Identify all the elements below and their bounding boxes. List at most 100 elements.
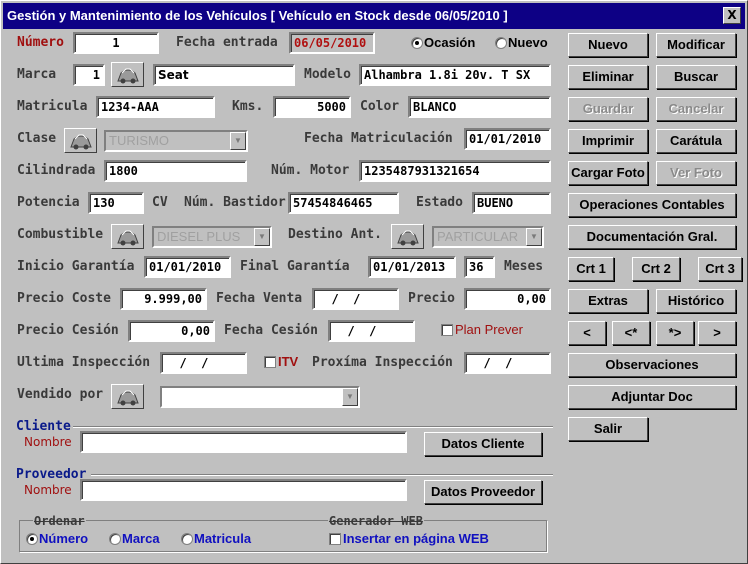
matricula-field[interactable]: 1234-AAA (96, 96, 215, 118)
precio-label: Precio (408, 291, 455, 306)
generador-title: Generador WEB (328, 514, 424, 528)
nuevo-label: Nuevo (508, 35, 548, 50)
estado-field[interactable]: BUENO (472, 192, 551, 214)
proveedor-nombre-label: Nombre (24, 483, 72, 497)
adjuntar-doc-button[interactable]: Adjuntar Doc (568, 385, 736, 409)
destino-ant-select[interactable]: PARTICULAR ▼ (432, 226, 544, 248)
imprimir-button[interactable]: Imprimir (568, 129, 648, 153)
estado-label: Estado (416, 195, 463, 210)
last-record-button[interactable]: > (698, 321, 736, 345)
observaciones-button[interactable]: Observaciones (568, 353, 736, 377)
insertar-web-label: Insertar en página WEB (343, 531, 489, 546)
potencia-field[interactable]: 130 (88, 192, 144, 214)
prev-record-button[interactable]: <* (612, 321, 650, 345)
numero-field[interactable]: 1 (73, 32, 159, 54)
vendedor-lookup-button[interactable] (111, 384, 144, 409)
kms-field[interactable]: 5000 (273, 96, 351, 118)
color-field[interactable]: BLANCO (408, 96, 551, 118)
clase-lookup-button[interactable] (64, 128, 97, 153)
proveedor-nombre-field[interactable] (80, 479, 407, 501)
cargar-foto-button[interactable]: Cargar Foto (568, 161, 648, 185)
combustible-select[interactable]: DIESEL PLUS ▼ (152, 226, 272, 248)
num-motor-label: Núm. Motor (271, 163, 350, 178)
caratula-button[interactable]: Carátula (656, 129, 736, 153)
crt3-button[interactable]: Crt 3 (698, 257, 742, 281)
ver-foto-button[interactable]: Ver Foto (656, 161, 736, 185)
cliente-section-title: Cliente (16, 419, 71, 434)
ordenar-matricula-radio[interactable] (181, 533, 193, 545)
eliminar-button[interactable]: Eliminar (568, 65, 648, 89)
extras-button[interactable]: Extras (568, 289, 648, 313)
final-garantia-field[interactable]: 01/01/2013 (368, 256, 456, 278)
color-label: Color (360, 99, 400, 114)
cliente-nombre-field[interactable] (80, 431, 407, 453)
datos-proveedor-button[interactable]: Datos Proveedor (424, 480, 542, 504)
proveedor-section-title: Proveedor (16, 467, 87, 482)
modelo-label: Modelo (304, 67, 351, 82)
chevron-down-icon: ▼ (342, 388, 358, 406)
inicio-garantia-field[interactable]: 01/01/2010 (144, 256, 231, 278)
meses-label: Meses (504, 259, 544, 274)
precio-cesion-field[interactable]: 0,00 (128, 320, 215, 342)
fecha-entrada-field[interactable]: 06/05/2010 (289, 32, 375, 54)
car-lookup-icon (117, 230, 139, 246)
salir-button[interactable]: Salir (568, 417, 648, 441)
num-motor-field[interactable]: 1235487931321654 (359, 160, 551, 182)
combustible-lookup-button[interactable] (111, 224, 144, 249)
num-bastidor-field[interactable]: 57454846465 (288, 192, 399, 214)
ocasion-radio[interactable] (411, 37, 423, 49)
precio-coste-field[interactable]: 9.999,00 (120, 288, 207, 310)
title-bar: Gestión y Mantenimiento de los Vehículos… (3, 3, 745, 29)
fecha-matriculacion-field[interactable]: 01/01/2010 (464, 128, 551, 150)
guardar-button[interactable]: Guardar (568, 97, 648, 121)
fecha-venta-label: Fecha Venta (216, 291, 303, 306)
ordenar-marca-radio[interactable] (109, 533, 121, 545)
close-button[interactable]: X (723, 7, 741, 24)
operaciones-contables-button[interactable]: Operaciones Contables (568, 193, 736, 217)
crt2-button[interactable]: Crt 2 (632, 257, 680, 281)
fecha-venta-field[interactable]: / / (312, 288, 399, 310)
ultima-inspeccion-field[interactable]: / / (160, 352, 247, 374)
proxima-inspeccion-field[interactable]: / / (464, 352, 551, 374)
destino-lookup-button[interactable] (391, 224, 424, 249)
plan-prever-checkbox[interactable] (441, 324, 453, 336)
ocasion-label: Ocasión (424, 35, 476, 50)
documentacion-button[interactable]: Documentación Gral. (568, 225, 736, 249)
proveedor-separator (91, 474, 553, 476)
car-lookup-icon (117, 390, 139, 406)
fecha-cesion-field[interactable]: / / (328, 320, 415, 342)
datos-cliente-button[interactable]: Datos Cliente (424, 432, 542, 456)
chevron-down-icon: ▼ (254, 228, 270, 246)
meses-field[interactable]: 36 (464, 256, 495, 278)
itv-checkbox[interactable] (264, 356, 276, 368)
combustible-value: DIESEL PLUS (157, 229, 241, 244)
buscar-button[interactable]: Buscar (656, 65, 736, 89)
historico-button[interactable]: Histórico (656, 289, 736, 313)
cilindrada-field[interactable]: 1800 (104, 160, 247, 182)
clase-label: Clase (17, 131, 57, 146)
first-record-button[interactable]: < (568, 321, 606, 345)
cancelar-button[interactable]: Cancelar (656, 97, 736, 121)
nuevo-button[interactable]: Nuevo (568, 33, 648, 57)
clase-select[interactable]: TURISMO ▼ (104, 130, 248, 152)
nuevo-radio[interactable] (495, 37, 507, 49)
cliente-separator (73, 426, 553, 428)
vendido-por-select[interactable]: ▼ (160, 386, 360, 408)
marca-name-field[interactable]: Seat (153, 64, 295, 86)
precio-field[interactable]: 0,00 (464, 288, 551, 310)
ordenar-numero-radio[interactable] (26, 533, 38, 545)
potencia-unit: CV (152, 195, 168, 210)
next-record-button[interactable]: *> (656, 321, 694, 345)
cilindrada-label: Cilindrada (17, 163, 96, 178)
ordenar-title: Ordenar (33, 514, 86, 528)
numero-label: Número (17, 35, 64, 50)
ultima-inspeccion-label: Ultima Inspección (17, 355, 151, 370)
insertar-web-checkbox[interactable] (329, 533, 341, 545)
modificar-button[interactable]: Modificar (656, 33, 736, 57)
marca-code-field[interactable]: 1 (73, 64, 105, 86)
crt1-button[interactable]: Crt 1 (568, 257, 614, 281)
marca-lookup-button[interactable] (111, 62, 144, 87)
modelo-field[interactable]: Alhambra 1.8i 20v. T SX (359, 64, 551, 86)
car-lookup-icon (397, 230, 419, 246)
chevron-down-icon: ▼ (230, 132, 246, 150)
